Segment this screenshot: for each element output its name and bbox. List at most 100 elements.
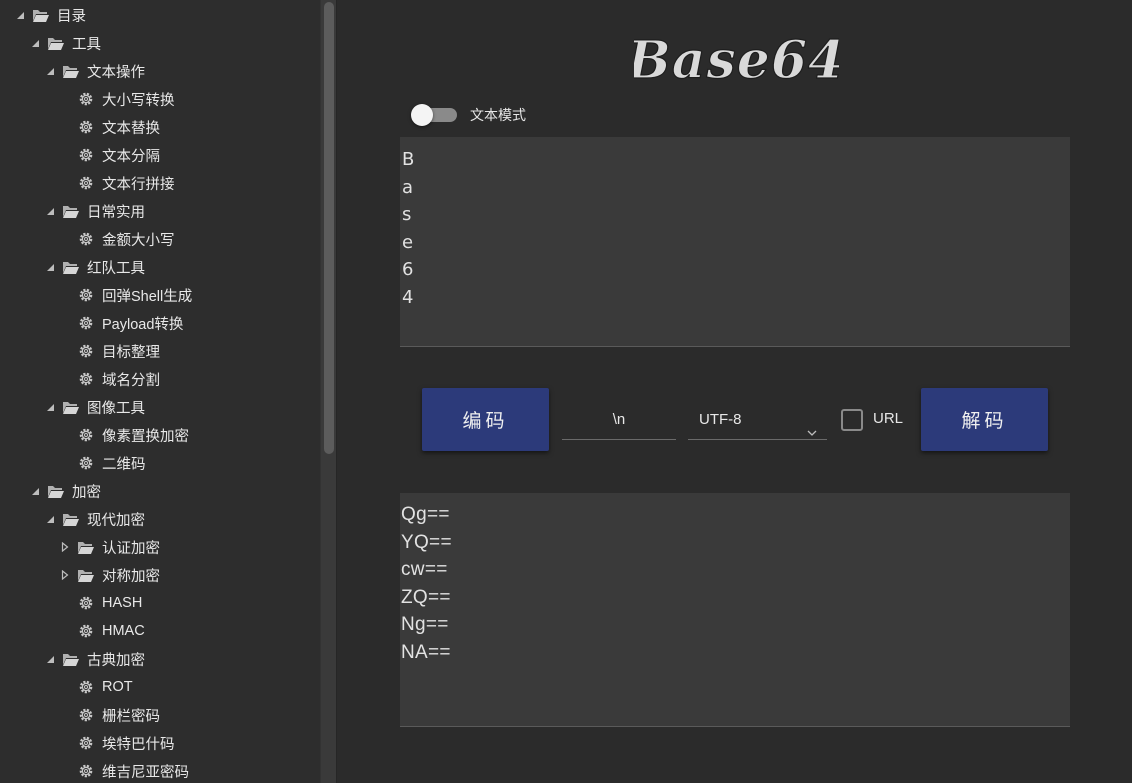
- url-label: URL: [873, 410, 904, 427]
- charset-select[interactable]: UTF-8: [688, 404, 827, 440]
- tree-item-label: 文本操作: [87, 64, 145, 81]
- gear-icon: [77, 735, 95, 751]
- tree-item-hmac[interactable]: HMAC: [77, 617, 145, 645]
- output-line: Ng==: [401, 614, 449, 635]
- tree-item-label: 红队工具: [87, 260, 145, 277]
- tree-item-label: 工具: [72, 36, 101, 53]
- tree-item-label: 文本替换: [102, 120, 160, 137]
- tree-item-encryption[interactable]: 加密: [29, 477, 101, 505]
- tree-item-target[interactable]: 目标整理: [77, 337, 160, 365]
- tree-item-label: 认证加密: [102, 540, 160, 557]
- tree-item-auth-crypto[interactable]: 认证加密: [59, 533, 160, 561]
- gear-icon: [77, 119, 95, 135]
- tree-item-label: 目标整理: [102, 344, 160, 361]
- tree-item-railfence[interactable]: 栅栏密码: [77, 701, 160, 729]
- output-textarea[interactable]: Qg== YQ== cw== ZQ== Ng== NA==: [400, 493, 1070, 727]
- tree-item-label: 日常实用: [87, 204, 145, 221]
- folder-open-icon: [77, 567, 95, 583]
- gear-icon: [77, 371, 95, 387]
- folder-open-icon: [62, 399, 80, 415]
- tree-item-label: 目录: [57, 8, 86, 25]
- expanded-arrow-icon[interactable]: [44, 205, 56, 217]
- tree-item-label: 金额大小写: [102, 232, 175, 249]
- tree-item-symmetric-crypto[interactable]: 对称加密: [59, 561, 160, 589]
- separator-input[interactable]: \n: [562, 404, 676, 440]
- gear-icon: [77, 147, 95, 163]
- tree-item-label: 栅栏密码: [102, 708, 160, 725]
- tree-item-text-join[interactable]: 文本行拼接: [77, 169, 175, 197]
- tree-item-atbash[interactable]: 埃特巴什码: [77, 729, 175, 757]
- folder-open-icon: [62, 203, 80, 219]
- tree-item-pixel-encrypt[interactable]: 像素置换加密: [77, 421, 189, 449]
- tree-item-rot[interactable]: ROT: [77, 673, 133, 701]
- folder-open-icon: [32, 7, 50, 23]
- gear-icon: [77, 763, 95, 779]
- tree-item-payload[interactable]: Payload转换: [77, 309, 183, 337]
- gear-icon: [77, 175, 95, 191]
- tree-item-hash[interactable]: HASH: [77, 589, 142, 617]
- input-line: B: [402, 149, 415, 170]
- tree-item-label: 加密: [72, 484, 101, 501]
- tree-item-case-convert[interactable]: 大小写转换: [77, 85, 175, 113]
- tree-item-modern-crypto[interactable]: 现代加密: [44, 505, 145, 533]
- decode-button[interactable]: 解码: [921, 388, 1048, 451]
- folder-open-icon: [62, 63, 80, 79]
- output-line: YQ==: [401, 531, 452, 553]
- tree-item-classic-crypto[interactable]: 古典加密: [44, 645, 145, 673]
- text-mode-label: 文本模式: [470, 107, 526, 123]
- tree-item-vigenere[interactable]: 维吉尼亚密码: [77, 757, 189, 783]
- tree-item-qrcode[interactable]: 二维码: [77, 449, 146, 477]
- encode-button[interactable]: 编码: [422, 388, 549, 451]
- input-line: 4: [402, 286, 414, 308]
- tree-item-label: 回弹Shell生成: [102, 288, 193, 305]
- tree-item-reverse-shell[interactable]: 回弹Shell生成: [77, 281, 192, 309]
- sidebar-scrollbar[interactable]: [320, 0, 337, 783]
- tree-item-text-ops[interactable]: 文本操作: [44, 57, 145, 85]
- gear-icon: [77, 623, 95, 639]
- expanded-arrow-icon[interactable]: [44, 653, 56, 665]
- tree-item-daily[interactable]: 日常实用: [44, 197, 145, 225]
- gear-icon: [77, 287, 95, 303]
- folder-open-icon: [47, 35, 65, 51]
- input-line: s: [402, 204, 412, 226]
- expanded-arrow-icon[interactable]: [29, 485, 41, 497]
- gear-icon: [77, 231, 95, 247]
- gear-icon: [77, 315, 95, 331]
- tree-item-text-split[interactable]: 文本分隔: [77, 141, 160, 169]
- expanded-arrow-icon[interactable]: [44, 513, 56, 525]
- folder-open-icon: [77, 539, 95, 555]
- expanded-arrow-icon[interactable]: [44, 401, 56, 413]
- text-mode-toggle[interactable]: [411, 103, 459, 127]
- expanded-arrow-icon[interactable]: [44, 65, 56, 77]
- input-textarea[interactable]: B a s e 6 4: [400, 137, 1070, 347]
- tree-item-label: 二维码: [102, 456, 146, 473]
- tree-item-catalog[interactable]: 目录: [14, 1, 86, 29]
- tree-item-text-replace[interactable]: 文本替换: [77, 113, 160, 141]
- output-line: ZQ==: [401, 586, 451, 608]
- expanded-arrow-icon[interactable]: [44, 261, 56, 273]
- tree-item-image-tools[interactable]: 图像工具: [44, 393, 145, 421]
- scrollbar-thumb[interactable]: [324, 2, 334, 454]
- url-checkbox[interactable]: [841, 409, 863, 431]
- folder-open-icon: [62, 511, 80, 527]
- tree-item-label: 文本分隔: [102, 148, 160, 165]
- tree-item-domain-split[interactable]: 域名分割: [77, 365, 160, 393]
- folder-open-icon: [62, 259, 80, 275]
- gear-icon: [77, 595, 95, 611]
- tree-item-amount-case[interactable]: 金额大小写: [77, 225, 175, 253]
- tree-item-label: ROT: [102, 679, 133, 695]
- collapsed-arrow-icon[interactable]: [59, 569, 71, 581]
- gear-icon: [77, 455, 95, 471]
- tree-item-label: 维吉尼亚密码: [102, 764, 189, 781]
- tree-item-tools[interactable]: 工具: [29, 29, 101, 57]
- tree-item-label: 图像工具: [87, 400, 145, 417]
- expanded-arrow-icon[interactable]: [14, 9, 26, 21]
- expanded-arrow-icon[interactable]: [29, 37, 41, 49]
- output-line: cw==: [401, 559, 448, 580]
- tree-item-redteam[interactable]: 红队工具: [44, 253, 145, 281]
- toggle-knob: [411, 104, 433, 126]
- tree-item-label: 大小写转换: [102, 92, 175, 109]
- charset-value: UTF-8: [699, 411, 742, 428]
- collapsed-arrow-icon[interactable]: [59, 541, 71, 553]
- gear-icon: [77, 343, 95, 359]
